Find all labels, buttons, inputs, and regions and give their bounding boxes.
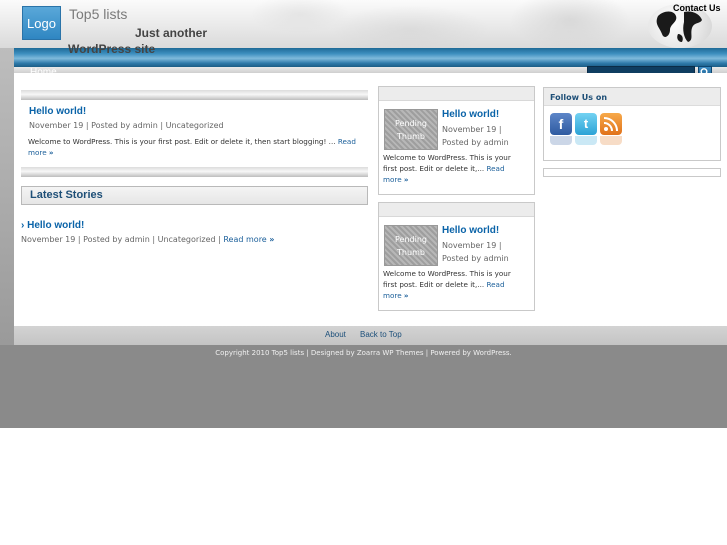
- site-tagline-line2: WordPress site: [68, 42, 156, 56]
- latest-post-meta: November 19 | Posted by admin | Uncatego…: [21, 235, 274, 244]
- double-chevron-right-icon: »: [48, 148, 54, 157]
- excerpt-line: first post. Edit or delete it,...: [383, 164, 485, 173]
- latest-stories-heading: Latest Stories: [30, 189, 103, 201]
- post-card-excerpt: Welcome to WordPress. This is your first…: [383, 152, 533, 185]
- footer-link-back-to-top[interactable]: Back to Top: [360, 330, 402, 339]
- more-link[interactable]: more: [383, 291, 402, 300]
- left-border-strip: [0, 48, 14, 345]
- post-card-title[interactable]: Hello world!: [442, 225, 499, 236]
- post-card-author: Posted by admin: [442, 254, 509, 263]
- section-divider: [21, 167, 368, 177]
- double-chevron-right-icon: »: [403, 175, 409, 184]
- pending-thumb-image[interactable]: Pending Thumb: [384, 225, 438, 266]
- post-card-cap: [379, 203, 534, 217]
- featured-post-title[interactable]: Hello world!: [29, 106, 86, 117]
- facebook-icon-reflection: [550, 136, 572, 145]
- post-card: Pending Thumb Hello world! November 19 |…: [378, 86, 535, 195]
- featured-read-link[interactable]: Read: [338, 137, 356, 146]
- featured-post-excerpt: Welcome to WordPress. This is your first…: [28, 136, 368, 158]
- post-card-excerpt: Welcome to WordPress. This is your first…: [383, 268, 533, 301]
- latest-post-meta-text: November 19 | Posted by admin | Uncatego…: [21, 235, 221, 244]
- post-card-date: November 19 |: [442, 241, 502, 250]
- facebook-icon[interactable]: f: [550, 113, 572, 135]
- thumb-label: Thumb: [397, 132, 425, 141]
- latest-stories-header: Latest Stories: [21, 186, 368, 205]
- section-divider: [21, 90, 368, 100]
- latest-read-more-link[interactable]: Read more: [223, 235, 266, 244]
- nav-item-home[interactable]: Home: [30, 66, 57, 73]
- pending-thumb-image[interactable]: Pending Thumb: [384, 109, 438, 150]
- post-card: Pending Thumb Hello world! November 19 |…: [378, 202, 535, 311]
- follow-us-title: Follow Us on: [550, 93, 608, 102]
- footer-link-about[interactable]: About: [325, 330, 346, 339]
- read-link[interactable]: Read: [486, 164, 504, 173]
- site-title[interactable]: Top5 lists: [69, 6, 127, 22]
- follow-us-widget: Follow Us on f t: [543, 87, 721, 161]
- read-link[interactable]: Read: [486, 280, 504, 289]
- post-card-author: Posted by admin: [442, 138, 509, 147]
- thumb-label: Pending: [395, 119, 427, 128]
- copyright-text: Copyright 2010 Top5 lists | Designed by …: [215, 349, 512, 357]
- latest-post-title[interactable]: › Hello world!: [21, 220, 84, 231]
- excerpt-line: Welcome to WordPress. This is your: [383, 269, 511, 278]
- excerpt-line: Welcome to WordPress. This is your: [383, 153, 511, 162]
- post-card-date: November 19 |: [442, 125, 502, 134]
- rss-icon[interactable]: [600, 113, 622, 135]
- more-link[interactable]: more: [383, 175, 402, 184]
- thumb-label: Pending: [395, 235, 427, 244]
- contact-us-link[interactable]: Contact Us: [673, 3, 721, 13]
- post-card-title[interactable]: Hello world!: [442, 109, 499, 120]
- double-chevron-right-icon: »: [269, 235, 275, 244]
- featured-more-link[interactable]: more: [28, 148, 47, 157]
- twitter-icon[interactable]: t: [575, 113, 597, 135]
- rss-icon-reflection: [600, 136, 622, 145]
- site-tagline-line1: Just another: [135, 26, 208, 40]
- sidebar-widget-empty: [543, 168, 721, 177]
- site-logo[interactable]: Logo: [22, 6, 61, 40]
- twitter-icon-reflection: [575, 136, 597, 145]
- excerpt-line: first post. Edit or delete it,...: [383, 280, 485, 289]
- rss-glyph: [603, 117, 618, 132]
- double-chevron-right-icon: »: [403, 291, 409, 300]
- thumb-label: Thumb: [397, 248, 425, 257]
- featured-post-meta: November 19 | Posted by admin | Uncatego…: [29, 121, 224, 130]
- featured-excerpt-text: Welcome to WordPress. This is your first…: [28, 137, 336, 146]
- footer-bottom: [0, 345, 727, 428]
- post-card-cap: [379, 87, 534, 101]
